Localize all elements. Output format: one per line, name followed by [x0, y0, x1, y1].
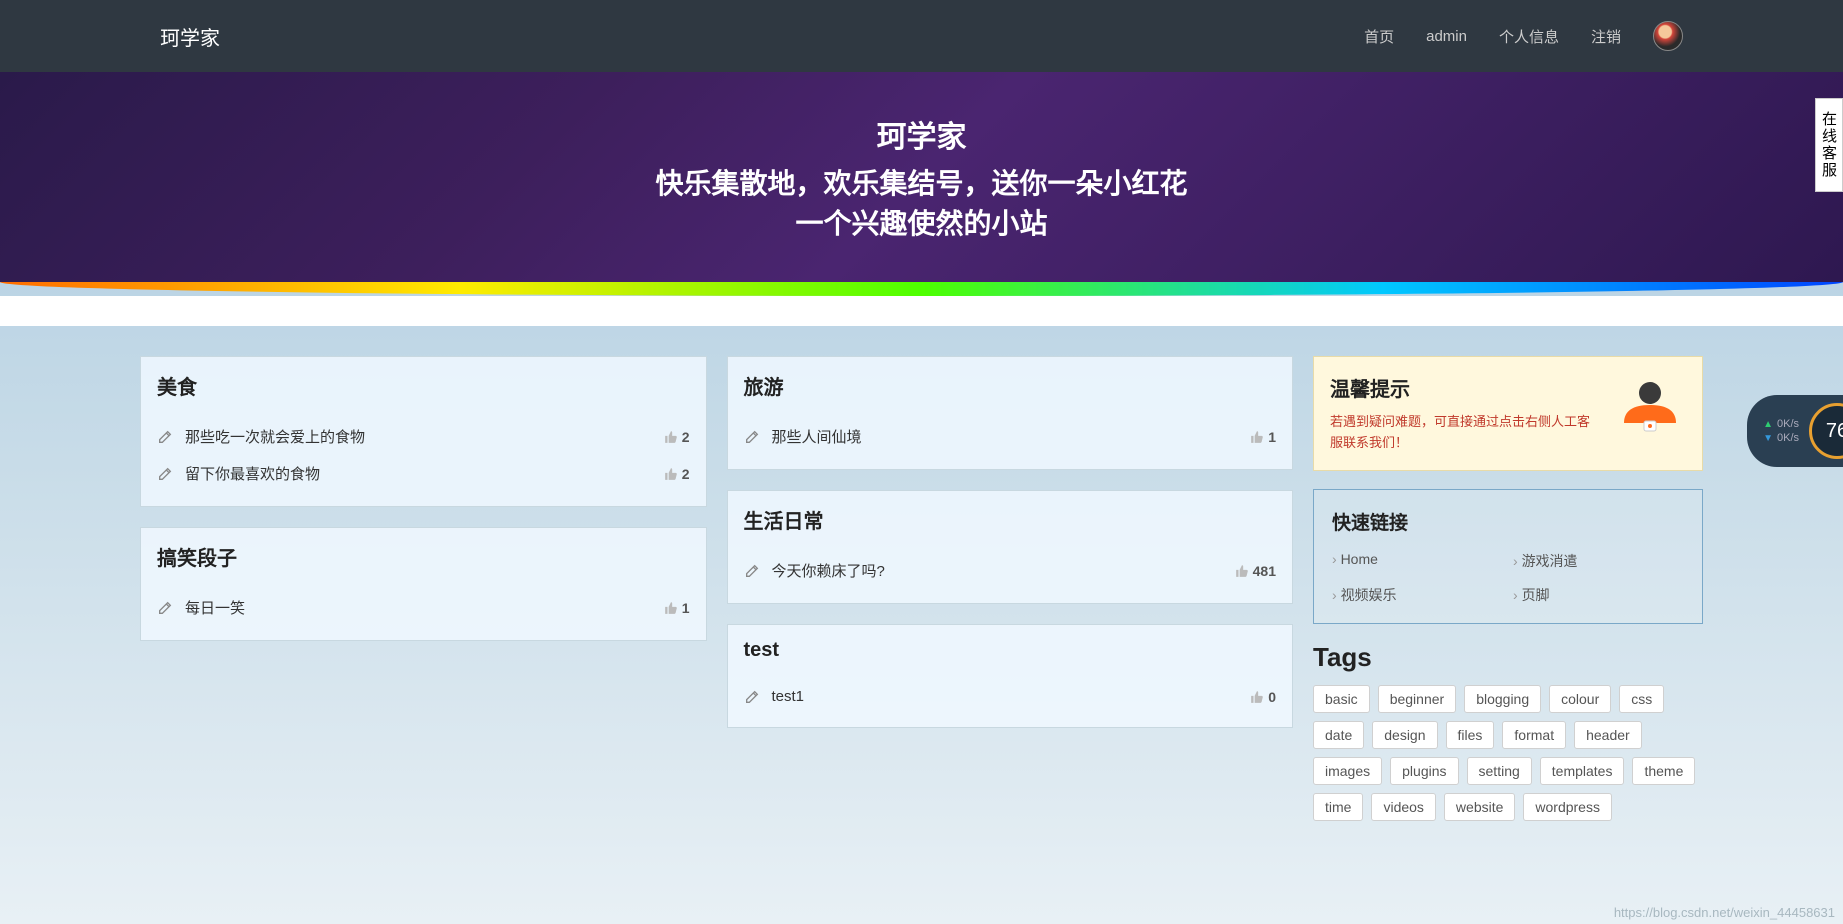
support-icon — [1614, 373, 1686, 445]
avatar[interactable] — [1653, 21, 1683, 51]
tag[interactable]: blogging — [1464, 685, 1541, 713]
post-item[interactable]: 今天你赖床了吗? 481 — [744, 552, 1277, 589]
card-title[interactable]: 生活日常 — [744, 505, 1277, 534]
speed-gauge: 76 — [1809, 403, 1843, 459]
tag[interactable]: files — [1446, 721, 1495, 749]
column-left: 美食那些吃一次就会爱上的食物 2 留下你最喜欢的食物 2 搞笑段子每日一笑 1 — [140, 356, 707, 821]
upload-icon: ▲ — [1763, 419, 1773, 430]
tag[interactable]: website — [1444, 793, 1515, 821]
tags-title: Tags — [1313, 642, 1703, 673]
download-speed: 0K/s — [1777, 432, 1799, 444]
tag[interactable]: design — [1372, 721, 1437, 749]
tag[interactable]: setting — [1467, 757, 1532, 785]
tip-title: 温馨提示 — [1330, 373, 1600, 402]
edit-icon — [744, 429, 760, 445]
tip-box: 温馨提示 若遇到疑问难题，可直接通过点击右侧人工客服联系我们！ — [1313, 356, 1703, 471]
post-title: 留下你最喜欢的食物 — [185, 463, 320, 484]
tag[interactable]: colour — [1549, 685, 1611, 713]
tags-cloud: basic beginnerblogging colour css date design… — [1313, 685, 1703, 821]
post-item[interactable]: 每日一笑 1 — [157, 589, 690, 626]
card-title[interactable]: 美食 — [157, 371, 690, 400]
card-title[interactable]: 旅游 — [744, 371, 1277, 400]
category-card: 美食那些吃一次就会爱上的食物 2 留下你最喜欢的食物 2 — [140, 356, 707, 507]
white-gap — [0, 296, 1843, 326]
tag[interactable]: header — [1574, 721, 1642, 749]
navbar: 珂学家 首页 admin 个人信息 注销 — [0, 0, 1843, 72]
like-count[interactable]: 0 — [1250, 689, 1276, 705]
tag[interactable]: time — [1313, 793, 1363, 821]
post-item[interactable]: 留下你最喜欢的食物 2 — [157, 455, 690, 492]
post-title: 今天你赖床了吗? — [772, 560, 885, 581]
post-title: 每日一笑 — [185, 597, 245, 618]
tag[interactable]: wordpress — [1523, 793, 1612, 821]
quick-link[interactable]: 游戏消遣 — [1513, 551, 1684, 571]
edit-icon — [157, 600, 173, 616]
card-title[interactable]: test — [744, 639, 1277, 662]
tag[interactable]: videos — [1371, 793, 1435, 821]
tag[interactable]: theme — [1632, 757, 1695, 785]
hero-subtitle-2: 一个兴趣使然的小站 — [795, 202, 1047, 242]
nav-home[interactable]: 首页 — [1364, 26, 1394, 47]
tip-text: 若遇到疑问难题，可直接通过点击右侧人工客服联系我们！ — [1330, 412, 1600, 454]
like-count[interactable]: 481 — [1235, 563, 1276, 579]
category-card: 搞笑段子每日一笑 1 — [140, 527, 707, 641]
rainbow-divider — [0, 282, 1843, 296]
tag[interactable]: images — [1313, 757, 1382, 785]
post-item[interactable]: 那些人间仙境 1 — [744, 418, 1277, 455]
like-count[interactable]: 1 — [1250, 429, 1276, 445]
like-count[interactable]: 2 — [664, 466, 690, 482]
watermark: https://blog.csdn.net/weixin_44458631 — [1614, 905, 1835, 920]
upload-speed: 0K/s — [1777, 418, 1799, 430]
post-item[interactable]: 那些吃一次就会爱上的食物 2 — [157, 418, 690, 455]
edit-icon — [157, 429, 173, 445]
quick-link[interactable]: 视频娱乐 — [1332, 585, 1503, 605]
tag[interactable]: css — [1619, 685, 1664, 713]
customer-service-tab[interactable]: 在线客服 — [1815, 98, 1843, 192]
tag[interactable]: plugins — [1390, 757, 1458, 785]
post-title: test1 — [772, 688, 805, 705]
quick-title: 快速链接 — [1332, 508, 1684, 535]
edit-icon — [744, 689, 760, 705]
hero-subtitle-1: 快乐集散地，欢乐集结号，送你一朵小红花 — [655, 162, 1187, 202]
brand[interactable]: 珂学家 — [160, 22, 220, 51]
category-card: 生活日常今天你赖床了吗? 481 — [727, 490, 1294, 604]
category-card: test test1 0 — [727, 624, 1294, 728]
like-count[interactable]: 1 — [664, 600, 690, 616]
like-count[interactable]: 2 — [664, 429, 690, 445]
quick-link[interactable]: Home — [1332, 551, 1503, 571]
nav-right: 首页 admin 个人信息 注销 — [1364, 21, 1683, 51]
quick-links-box: 快速链接 Home 游戏消遣视频娱乐页脚 — [1313, 489, 1703, 624]
download-icon: ▼ — [1763, 433, 1773, 444]
main-content: 美食那些吃一次就会爱上的食物 2 留下你最喜欢的食物 2 搞笑段子每日一笑 1 旅游那些人… — [0, 326, 1843, 821]
column-middle: 旅游那些人间仙境 1 生活日常今天你赖床了吗? 481 test test1 0 — [727, 356, 1294, 821]
edit-icon — [157, 466, 173, 482]
card-title[interactable]: 搞笑段子 — [157, 542, 690, 571]
edit-icon — [744, 563, 760, 579]
tag[interactable]: basic — [1313, 685, 1370, 713]
sidebar: 温馨提示 若遇到疑问难题，可直接通过点击右侧人工客服联系我们！ 快速链接 Hom… — [1313, 356, 1703, 821]
category-card: 旅游那些人间仙境 1 — [727, 356, 1294, 470]
tag[interactable]: date — [1313, 721, 1364, 749]
tags-section: Tags basic beginnerblogging colour css dated… — [1313, 642, 1703, 821]
nav-admin[interactable]: admin — [1426, 28, 1467, 45]
network-speed-widget[interactable]: ▲ 0K/s ▼ 0K/s 76 — [1747, 395, 1843, 467]
hero-title: 珂学家 — [877, 112, 967, 156]
tag[interactable]: beginner — [1378, 685, 1457, 713]
nav-logout[interactable]: 注销 — [1591, 26, 1621, 47]
post-title: 那些人间仙境 — [772, 426, 862, 447]
hero-banner: 珂学家 快乐集散地，欢乐集结号，送你一朵小红花 一个兴趣使然的小站 — [0, 72, 1843, 282]
tag[interactable]: format — [1502, 721, 1566, 749]
quick-links-grid: Home 游戏消遣视频娱乐页脚 — [1332, 551, 1684, 605]
quick-link[interactable]: 页脚 — [1513, 585, 1684, 605]
post-title: 那些吃一次就会爱上的食物 — [185, 426, 365, 447]
tag[interactable]: templates — [1540, 757, 1625, 785]
post-item[interactable]: test1 0 — [744, 680, 1277, 713]
nav-profile[interactable]: 个人信息 — [1499, 26, 1559, 47]
